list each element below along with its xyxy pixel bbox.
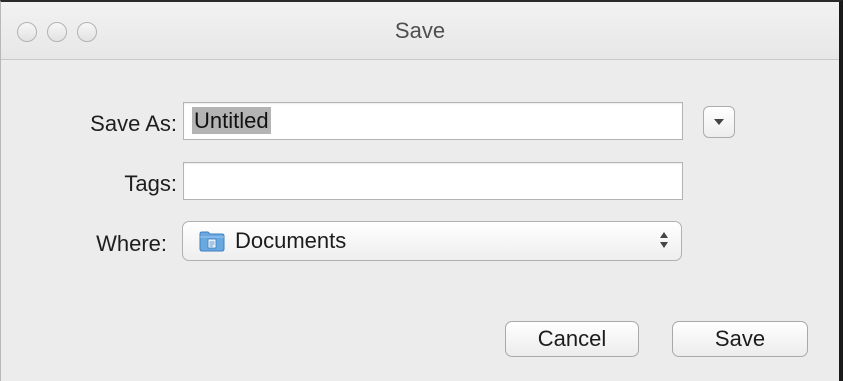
window-title: Save	[394, 18, 446, 43]
save-as-label: Save As:	[90, 111, 177, 136]
title-bar: Save	[1, 2, 839, 60]
save-button[interactable]: Save	[672, 321, 808, 357]
where-popup[interactable]: Documents	[182, 221, 682, 261]
cancel-button[interactable]: Cancel	[505, 321, 639, 357]
tags-field[interactable]	[183, 162, 683, 200]
save-dialog: Save Save As: Untitled Tags: Where: Docu…	[0, 0, 843, 381]
up-down-arrows-icon	[659, 230, 669, 253]
expand-dialog-button[interactable]	[703, 106, 735, 138]
chevron-down-icon	[714, 119, 724, 125]
documents-folder-icon	[199, 230, 225, 252]
save-as-field[interactable]: Untitled	[183, 102, 683, 140]
tags-label: Tags:	[124, 171, 177, 196]
where-label: Where:	[96, 231, 167, 256]
save-as-value: Untitled	[192, 107, 271, 134]
where-value: Documents	[235, 228, 347, 253]
